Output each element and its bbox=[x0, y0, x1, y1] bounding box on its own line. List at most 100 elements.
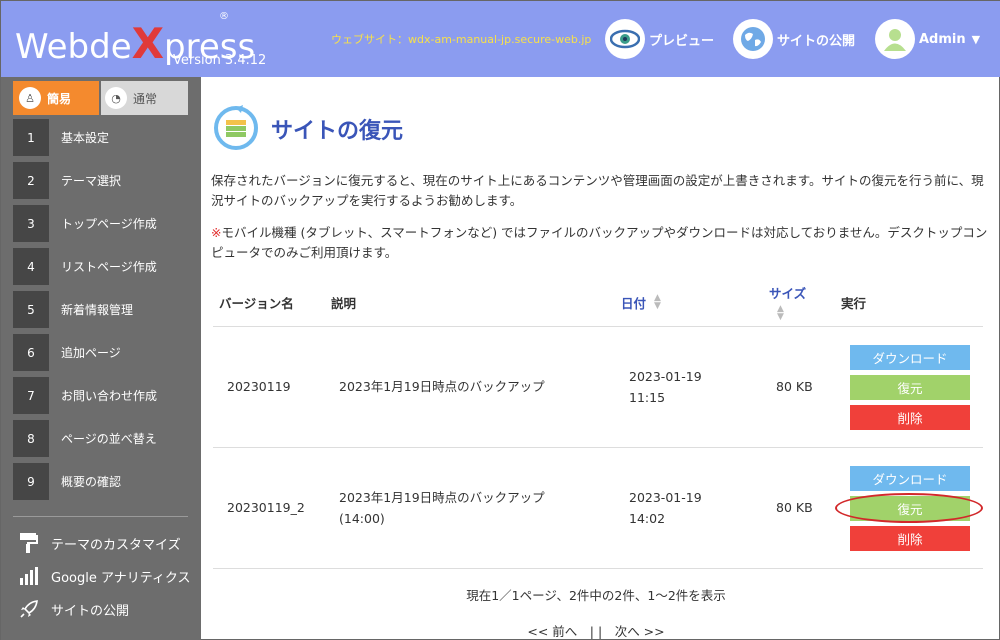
row-date: 2023-01-19 11:15 bbox=[629, 366, 702, 408]
column-header-description: 説明 bbox=[331, 295, 357, 311]
page-description: 保存されたバージョンに復元すると、現在のサイト上にあるコンテンツや管理画面の設定… bbox=[211, 173, 984, 208]
row-divider bbox=[213, 447, 983, 448]
pagination-info: 現在1／1ページ、2件中の2件、1～2件を表示 bbox=[466, 588, 726, 603]
sort-icon: ▲ ▼ bbox=[777, 304, 784, 322]
top-header: WebdeXpress ® Version 3.4.12 ウェブサイト：wdx-… bbox=[1, 1, 1000, 77]
delete-button[interactable]: 削除 bbox=[850, 526, 970, 551]
step-label: 基本設定 bbox=[61, 131, 110, 145]
column-header-date[interactable]: 日付 ▲ ▼ bbox=[621, 277, 661, 327]
step-label: ページの並べ替え bbox=[61, 432, 157, 446]
sidebar-item-theme-select[interactable]: 2 テーマ選択 bbox=[13, 162, 188, 199]
mobile-note: ※モバイル機種 (タブレット、スマートフォンなど) ではファイルのバックアップや… bbox=[211, 223, 991, 263]
download-button[interactable]: ダウンロード bbox=[850, 345, 970, 370]
step-label: 追加ページ bbox=[61, 346, 121, 360]
version-label: Version 3.4.12 bbox=[173, 53, 267, 68]
note-mark: ※ bbox=[211, 225, 222, 240]
gauge-icon: ◔ bbox=[105, 87, 127, 109]
delete-button[interactable]: 削除 bbox=[850, 405, 970, 430]
bar-chart-icon bbox=[20, 567, 38, 585]
column-header-action: 実行 bbox=[841, 295, 867, 311]
sidebar-item-basic-settings[interactable]: 1 基本設定 bbox=[13, 119, 188, 156]
step-number: 8 bbox=[13, 420, 49, 457]
step-number: 3 bbox=[13, 205, 49, 242]
row-description-line1: 2023年1月19日時点のバックアップ bbox=[339, 490, 545, 505]
pagination-nav[interactable]: << 前へ | | 次へ >> bbox=[201, 621, 991, 640]
step-number: 7 bbox=[13, 377, 49, 414]
row-description-line2: (14:00) bbox=[339, 511, 385, 526]
step-label: お問い合わせ作成 bbox=[61, 389, 158, 403]
preview-label: プレビュー bbox=[649, 33, 715, 49]
globe-icon bbox=[733, 19, 773, 59]
sidebar-link-label: Google アナリティクス bbox=[51, 570, 191, 586]
sidebar-item-top-page[interactable]: 3 トップページ作成 bbox=[13, 205, 188, 242]
column-header-size[interactable]: サイズ ▲ ▼ bbox=[769, 277, 806, 327]
step-number: 9 bbox=[13, 463, 49, 500]
sidebar-item-extra-pages[interactable]: 6 追加ページ bbox=[13, 334, 188, 371]
sidebar-item-news[interactable]: 5 新着情報管理 bbox=[13, 291, 188, 328]
download-button[interactable]: ダウンロード bbox=[850, 466, 970, 491]
step-number: 6 bbox=[13, 334, 49, 371]
row-description: 2023年1月19日時点のバックアップ (14:00) bbox=[339, 487, 545, 529]
note-text: モバイル機種 (タブレット、スマートフォンなど) ではファイルのバックアップやダ… bbox=[211, 225, 988, 260]
step-number: 2 bbox=[13, 162, 49, 199]
step-number: 5 bbox=[13, 291, 49, 328]
row-date-day: 2023-01-19 bbox=[629, 369, 702, 384]
restore-button[interactable]: 復元 bbox=[850, 375, 970, 400]
sidebar-link-theme-customize[interactable]: テーマのカスタマイズ bbox=[19, 532, 181, 554]
logo-prefix: Webde bbox=[15, 27, 132, 67]
restore-highlight-ring bbox=[835, 493, 983, 523]
site-url[interactable]: ウェブサイト：wdx-am-manual-jp.secure-web.jp bbox=[331, 31, 591, 47]
rocket-icon bbox=[20, 600, 38, 618]
row-date-time: 14:02 bbox=[629, 511, 666, 526]
sidebar-item-page-order[interactable]: 8 ページの並べ替え bbox=[13, 420, 188, 457]
row-description: 2023年1月19日時点のバックアップ bbox=[339, 379, 545, 394]
step-number: 1 bbox=[13, 119, 49, 156]
header-divider bbox=[213, 326, 983, 327]
row-divider bbox=[213, 568, 983, 569]
mode-normal-label: 通常 bbox=[133, 91, 158, 106]
publish-site-button[interactable]: サイトの公開 bbox=[733, 19, 855, 59]
sidebar-link-label: サイトの公開 bbox=[51, 603, 130, 619]
step-label: テーマ選択 bbox=[61, 174, 122, 188]
sidebar: ♙ 簡易 ◔ 通常 1 基本設定 2 テーマ選択 3 トップページ作成 4 リストページ… bbox=[1, 77, 201, 640]
date-header-label: 日付 bbox=[621, 295, 647, 311]
sort-icon: ▲ ▼ bbox=[654, 293, 661, 311]
step-list: 1 基本設定 2 テーマ選択 3 トップページ作成 4 リストページ作成 5 新着情報管理… bbox=[13, 119, 188, 506]
mode-simple-label: 簡易 bbox=[47, 91, 72, 106]
row-version: 20230119 bbox=[227, 379, 291, 394]
column-header-version: バージョン名 bbox=[219, 295, 294, 311]
paint-roller-icon bbox=[20, 533, 38, 553]
row-date-day: 2023-01-19 bbox=[629, 490, 702, 505]
sidebar-item-overview[interactable]: 9 概要の確認 bbox=[13, 463, 188, 500]
mode-tabs: ♙ 簡易 ◔ 通常 bbox=[13, 81, 188, 115]
sidebar-item-contact[interactable]: 7 お問い合わせ作成 bbox=[13, 377, 188, 414]
sidebar-link-google-analytics[interactable]: Google アナリティクス bbox=[19, 566, 191, 586]
publish-label: サイトの公開 bbox=[777, 33, 856, 49]
restore-icon bbox=[214, 105, 258, 150]
row-version: 20230119_2 bbox=[227, 500, 305, 515]
logo-x: X bbox=[131, 19, 165, 68]
sidebar-link-label: テーマのカスタマイズ bbox=[51, 537, 181, 553]
preview-button[interactable]: プレビュー bbox=[605, 19, 714, 59]
tab-normal-mode[interactable]: ◔ 通常 bbox=[101, 81, 188, 115]
sidebar-link-publish[interactable]: サイトの公開 bbox=[19, 599, 129, 619]
sidebar-item-list-page[interactable]: 4 リストページ作成 bbox=[13, 248, 188, 285]
size-header-label: サイズ bbox=[769, 286, 807, 301]
row-date: 2023-01-19 14:02 bbox=[629, 487, 702, 529]
step-label: トップページ作成 bbox=[61, 217, 157, 231]
logo-registered-mark: ® bbox=[219, 11, 229, 22]
admin-label: Admin bbox=[919, 31, 966, 47]
row-size: 80 KB bbox=[776, 500, 813, 515]
step-label: 新着情報管理 bbox=[61, 303, 134, 317]
admin-menu-button[interactable]: Admin ▼ bbox=[875, 19, 980, 59]
sidebar-divider bbox=[13, 516, 188, 517]
tab-simple-mode[interactable]: ♙ 簡易 bbox=[13, 81, 99, 115]
person-icon: ♙ bbox=[19, 87, 41, 109]
row-date-time: 11:15 bbox=[629, 390, 666, 405]
main-content: サイトの復元 保存されたバージョンに復元すると、現在のサイト上にあるコンテンツや… bbox=[201, 77, 1000, 640]
page-title: サイトの復元 bbox=[271, 119, 404, 144]
user-avatar-icon bbox=[875, 19, 915, 59]
eye-icon bbox=[605, 19, 645, 59]
chevron-down-icon: ▼ bbox=[971, 32, 981, 46]
step-label: リストページ作成 bbox=[61, 260, 157, 274]
